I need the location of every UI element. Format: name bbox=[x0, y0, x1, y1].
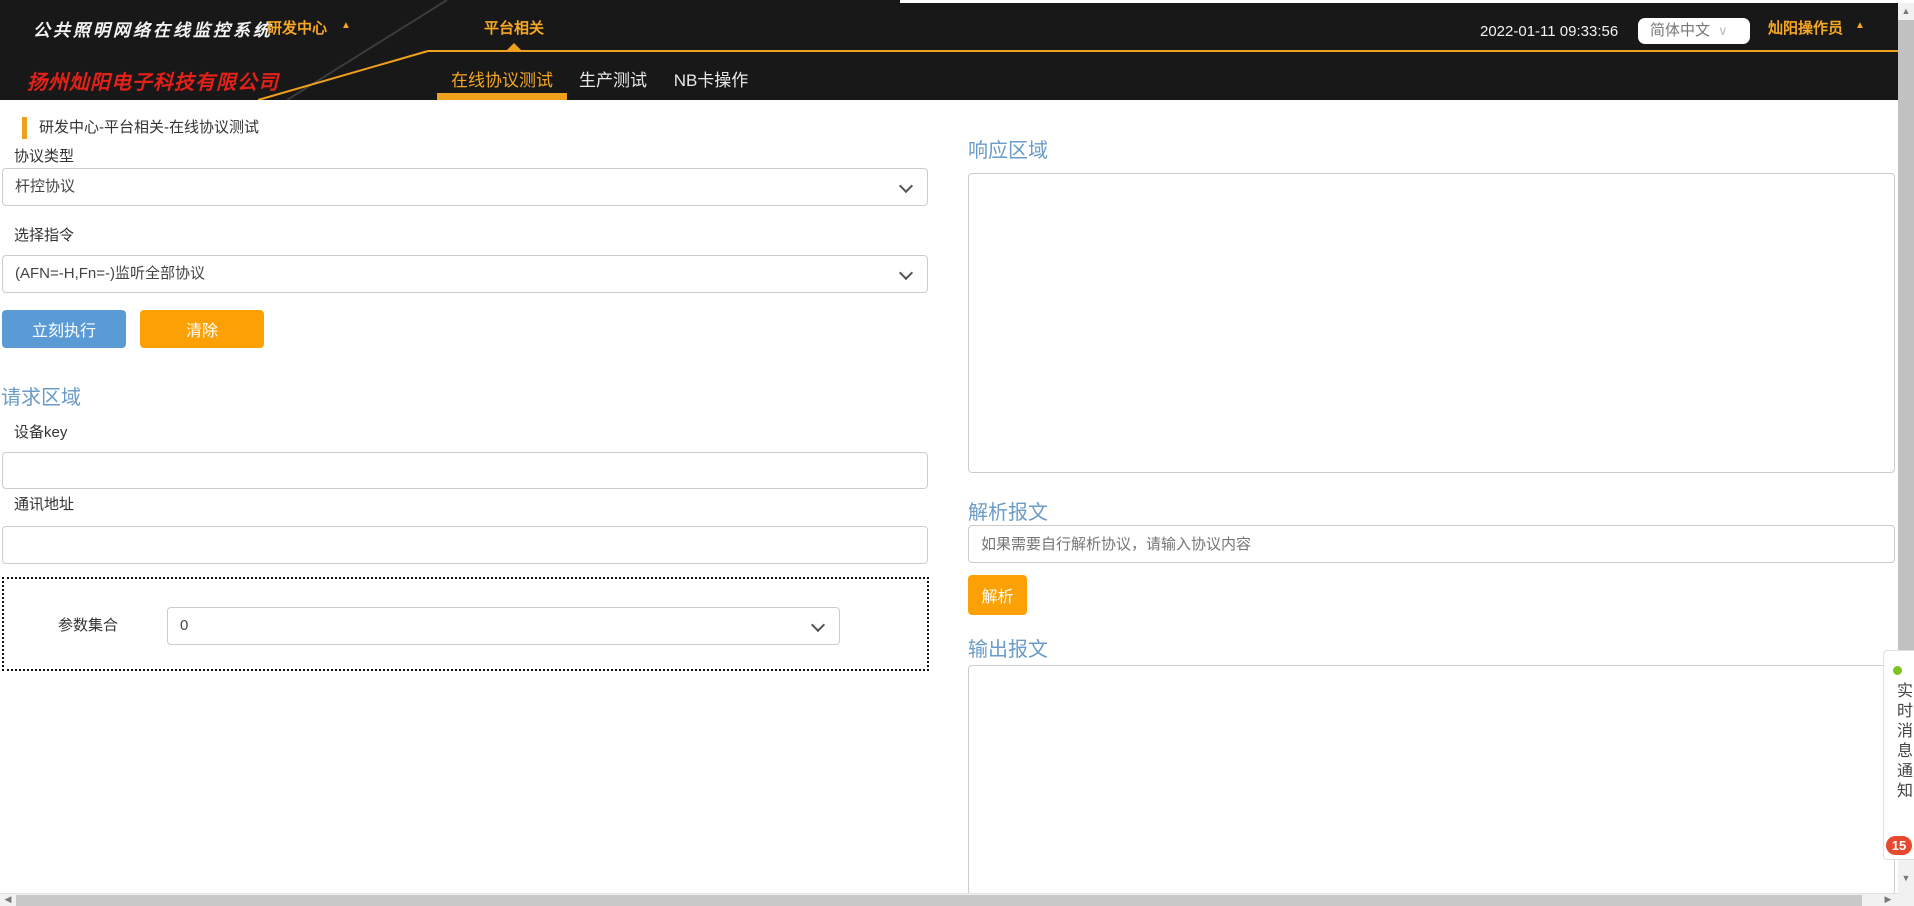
response-textarea[interactable] bbox=[968, 173, 1895, 473]
parse-input[interactable] bbox=[968, 525, 1895, 563]
user-menu[interactable]: 灿阳操作员 bbox=[1768, 17, 1843, 38]
request-section-title: 请求区域 bbox=[1, 381, 81, 410]
breadcrumb-accent-bar bbox=[22, 117, 27, 139]
app-root: 公共照明网络在线监控系统 研发中心 ▲ 平台相关 扬州灿阳电子科技有限公司 20… bbox=[0, 0, 1914, 906]
menu-dev-center[interactable]: 研发中心 bbox=[267, 17, 327, 38]
header-bar: 公共照明网络在线监控系统 研发中心 ▲ 平台相关 扬州灿阳电子科技有限公司 20… bbox=[0, 0, 1898, 100]
scrollbar-corner bbox=[1898, 893, 1914, 906]
realtime-notification-widget[interactable]: 实时消息通知 15 bbox=[1883, 650, 1914, 860]
online-status-dot-icon bbox=[1893, 666, 1902, 675]
command-value: (AFN=-H,Fn=-)监听全部协议 bbox=[15, 256, 205, 292]
horizontal-scrollbar-thumb[interactable] bbox=[16, 895, 1862, 906]
notification-count-badge: 15 bbox=[1886, 836, 1912, 855]
response-section-title: 响应区域 bbox=[968, 134, 1048, 163]
language-label: 简体中文 bbox=[1650, 22, 1710, 39]
company-name: 扬州灿阳电子科技有限公司 bbox=[27, 66, 279, 95]
language-selector[interactable]: 简体中文 ∨ bbox=[1638, 18, 1750, 44]
output-section-title: 输出报文 bbox=[968, 633, 1048, 662]
command-select[interactable]: (AFN=-H,Fn=-)监听全部协议 bbox=[2, 255, 928, 293]
tab-online-protocol-test[interactable]: 在线协议测试 bbox=[437, 66, 567, 91]
top-edge-strip bbox=[900, 0, 1898, 3]
tab-production-test[interactable]: 生产测试 bbox=[563, 66, 663, 91]
param-set-select[interactable]: 0 bbox=[167, 607, 840, 645]
scroll-up-arrow-icon[interactable]: ▲ bbox=[1898, 3, 1914, 19]
parse-button[interactable]: 解析 bbox=[968, 575, 1027, 615]
device-key-input[interactable] bbox=[2, 452, 928, 489]
param-set-value: 0 bbox=[180, 608, 188, 644]
active-tab-underline bbox=[437, 93, 567, 100]
scroll-left-arrow-icon[interactable]: ◀ bbox=[0, 891, 16, 906]
command-label: 选择指令 bbox=[14, 227, 74, 245]
tab-nb-card-ops[interactable]: NB卡操作 bbox=[661, 66, 761, 91]
header-decoration bbox=[0, 0, 1898, 100]
execute-button[interactable]: 立刻执行 bbox=[2, 310, 126, 348]
param-set-label: 参数集合 bbox=[58, 617, 118, 635]
chevron-down-icon bbox=[899, 179, 913, 193]
notification-vertical-label: 实时消息通知 bbox=[1890, 682, 1914, 802]
breadcrumb: 研发中心-平台相关-在线协议测试 bbox=[39, 117, 259, 139]
protocol-type-select[interactable]: 杆控协议 bbox=[2, 168, 928, 206]
datetime-display: 2022-01-11 09:33:56 bbox=[1480, 23, 1618, 40]
chevron-down-icon bbox=[811, 618, 825, 632]
system-logo: 公共照明网络在线监控系统 bbox=[33, 16, 273, 41]
protocol-type-value: 杆控协议 bbox=[15, 169, 75, 205]
output-textarea[interactable] bbox=[968, 665, 1895, 895]
chevron-down-icon bbox=[899, 266, 913, 280]
scroll-right-arrow-icon[interactable]: ▶ bbox=[1880, 891, 1896, 906]
comm-address-input[interactable] bbox=[2, 526, 928, 564]
comm-address-label: 通讯地址 bbox=[14, 496, 74, 514]
vertical-scrollbar-thumb[interactable] bbox=[1898, 20, 1914, 650]
user-caret-up-icon: ▲ bbox=[1855, 20, 1865, 31]
protocol-type-label: 协议类型 bbox=[14, 148, 74, 166]
device-key-label: 设备key bbox=[14, 424, 67, 442]
scroll-down-arrow-icon[interactable]: ▼ bbox=[1898, 870, 1914, 886]
language-chevron-down-icon: ∨ bbox=[1718, 23, 1728, 38]
menu-platform[interactable]: 平台相关 bbox=[484, 17, 544, 38]
clear-button[interactable]: 清除 bbox=[140, 310, 264, 348]
dev-center-caret-up-icon: ▲ bbox=[341, 20, 351, 31]
parse-section-title: 解析报文 bbox=[968, 496, 1048, 525]
